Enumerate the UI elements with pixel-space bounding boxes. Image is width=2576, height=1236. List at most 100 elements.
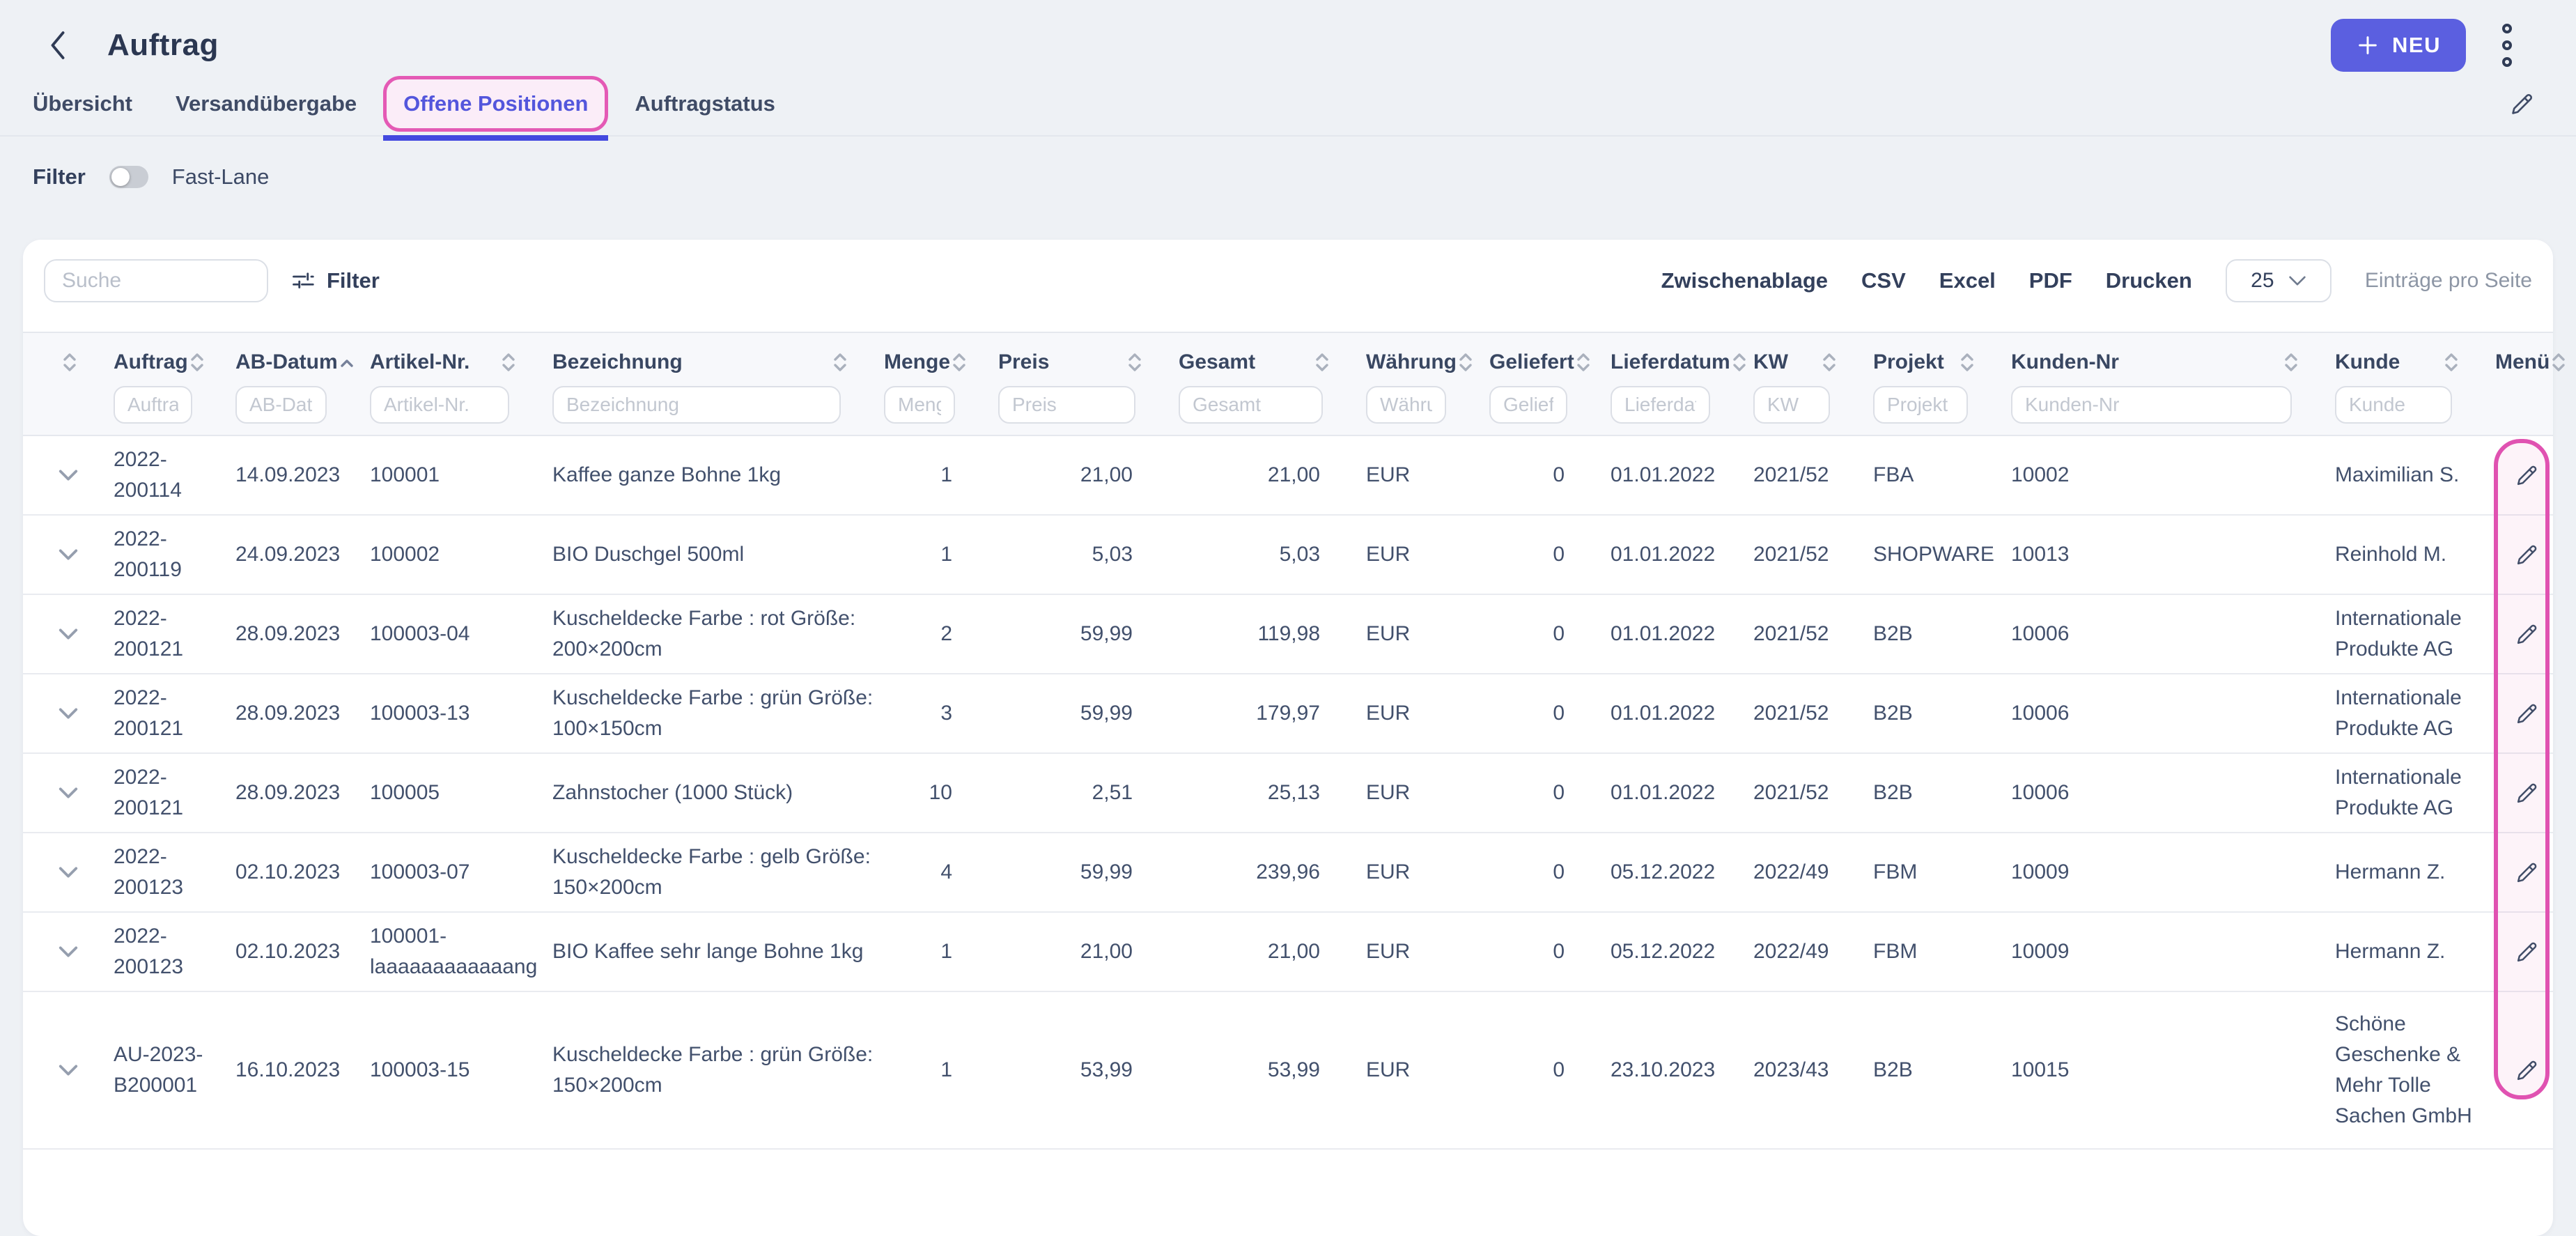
tab-offene-positionen[interactable]: Offene Positionen [383,76,608,132]
cell-menge: 3 [884,690,998,737]
cell-auftrag: 2022-200123 [114,913,235,991]
row-expand-button[interactable] [51,461,86,489]
search-input[interactable] [44,259,268,302]
chevron-left-icon [47,29,68,62]
col-header-artikel-nr[interactable]: Artikel-Nr. [370,340,552,382]
cell-lieferdatum: 05.12.2022 [1611,849,1753,896]
page-edit-button[interactable] [2508,89,2537,118]
clipboard-button[interactable]: Zwischenablage [1661,268,1828,293]
filter-input-bezeichnung[interactable] [552,386,841,424]
new-button[interactable]: NEU [2331,19,2466,72]
cell-kw: 2022/49 [1753,928,1873,975]
filter-input-lieferdatum[interactable] [1611,386,1710,424]
plus-icon [2356,33,2380,57]
filter-input-kw[interactable] [1753,386,1830,424]
cell-waehrung: EUR [1366,1046,1489,1094]
orders-table: Auftrag AB-Datum Artikel-Nr. Bezeichnung… [23,332,2553,1150]
cell-kunde: Internationale Produkte AG [2335,595,2495,673]
fast-lane-toggle[interactable] [109,166,148,188]
row-expand-button[interactable] [51,541,86,569]
row-expand-button[interactable] [51,858,86,886]
row-expand-button[interactable] [51,620,86,648]
sort-icon [1313,350,1331,375]
cell-artikel-nr: 100005 [370,769,552,817]
row-expand-button[interactable] [51,1056,86,1084]
row-edit-button[interactable] [2508,456,2547,495]
csv-button[interactable]: CSV [1861,268,1906,293]
col-header-menue[interactable]: Menü [2495,340,2559,382]
filter-input-preis[interactable] [998,386,1135,424]
col-header-ab-datum[interactable]: AB-Datum [235,340,370,382]
col-header-preis[interactable]: Preis [998,340,1179,382]
filter-input-auftrag[interactable] [114,386,192,424]
cell-ab-datum: 02.10.2023 [235,928,370,975]
cell-ab-datum: 28.09.2023 [235,610,370,658]
tab-uebersicht[interactable]: Übersicht [33,91,132,116]
col-header-bezeichnung[interactable]: Bezeichnung [552,340,884,382]
filter-input-gesamt[interactable] [1179,386,1323,424]
kebab-menu-icon[interactable] [2498,20,2516,71]
filter-input-geliefert[interactable] [1489,386,1567,424]
cell-auftrag: 2022-200121 [114,595,235,673]
row-edit-button[interactable] [2508,694,2547,733]
pdf-button[interactable]: PDF [2029,268,2072,293]
cell-geliefert: 0 [1489,1046,1611,1094]
cell-bezeichnung: Zahnstocher (1000 Stück) [552,769,884,817]
cell-kunden-nr: 10006 [2011,690,2335,737]
row-expand-button[interactable] [51,700,86,727]
row-edit-button[interactable] [2508,773,2547,812]
filter-input-kunden-nr[interactable] [2011,386,2292,424]
filter-input-waehrung[interactable] [1366,386,1446,424]
table-row: 2022-200114 14.09.2023 100001 Kaffee gan… [23,436,2553,516]
table-row: AU-2023-B200001 16.10.2023 100003-15 Kus… [23,992,2553,1150]
cell-ab-datum: 16.10.2023 [235,1046,370,1094]
tab-auftragstatus[interactable]: Auftragstatus [635,91,775,116]
cell-preis: 59,99 [998,849,1179,896]
row-edit-button[interactable] [2508,535,2547,574]
cell-bezeichnung: Kuscheldecke Farbe : rot Größe: 200×200c… [552,595,884,673]
cell-kunde: Schöne Geschenke & Mehr Tolle Sachen Gmb… [2335,1001,2495,1140]
pencil-icon [2513,1056,2541,1084]
col-header-auftrag[interactable]: Auftrag [114,340,235,382]
row-edit-button[interactable] [2508,853,2547,892]
filter-input-artikel-nr[interactable] [370,386,509,424]
cell-ab-datum: 28.09.2023 [235,690,370,737]
row-expand-button[interactable] [51,779,86,807]
sort-icon [1574,350,1592,375]
excel-button[interactable]: Excel [1939,268,1996,293]
filter-button[interactable]: Filter [290,268,380,293]
col-header-menge[interactable]: Menge [884,340,998,382]
filter-input-ab-datum[interactable] [235,386,327,424]
cell-geliefert: 0 [1489,451,1611,499]
pencil-icon [2513,700,2541,727]
table-card: Filter Zwischenablage CSV Excel PDF Druc… [23,240,2553,1236]
sliders-icon [290,268,316,293]
cell-bezeichnung: Kuscheldecke Farbe : grün Größe: 150×200… [552,1031,884,1109]
col-header-kunde[interactable]: Kunde [2335,340,2495,382]
col-header-kw[interactable]: KW [1753,340,1873,382]
cell-lieferdatum: 23.10.2023 [1611,1046,1753,1094]
col-header-waehrung[interactable]: Währung [1366,340,1489,382]
filter-input-projekt[interactable] [1873,386,1968,424]
filter-input-menge[interactable] [884,386,955,424]
row-edit-button[interactable] [2508,1051,2547,1090]
tab-versanduebergabe[interactable]: Versandübergabe [176,91,357,116]
row-edit-button[interactable] [2508,932,2547,971]
back-button[interactable] [45,26,71,65]
cell-kunde: Hermann Z. [2335,849,2495,896]
cell-waehrung: EUR [1366,531,1489,578]
col-header-projekt[interactable]: Projekt [1873,340,2011,382]
page-size-select[interactable]: 25 [2226,259,2331,302]
col-header-lieferdatum[interactable]: Lieferdatum [1611,340,1753,382]
col-header-kunden-nr[interactable]: Kunden-Nr [2011,340,2335,382]
row-expand-button[interactable] [51,938,86,966]
col-header-gesamt[interactable]: Gesamt [1179,340,1366,382]
filter-input-kunde[interactable] [2335,386,2452,424]
row-edit-button[interactable] [2508,615,2547,654]
col-header-geliefert[interactable]: Geliefert [1489,340,1611,382]
print-button[interactable]: Drucken [2106,268,2192,293]
cell-projekt: B2B [1873,769,2011,817]
chevron-down-icon [58,786,79,800]
table-header-row: Auftrag AB-Datum Artikel-Nr. Bezeichnung… [23,340,2553,382]
col-header-expander[interactable] [23,340,114,382]
